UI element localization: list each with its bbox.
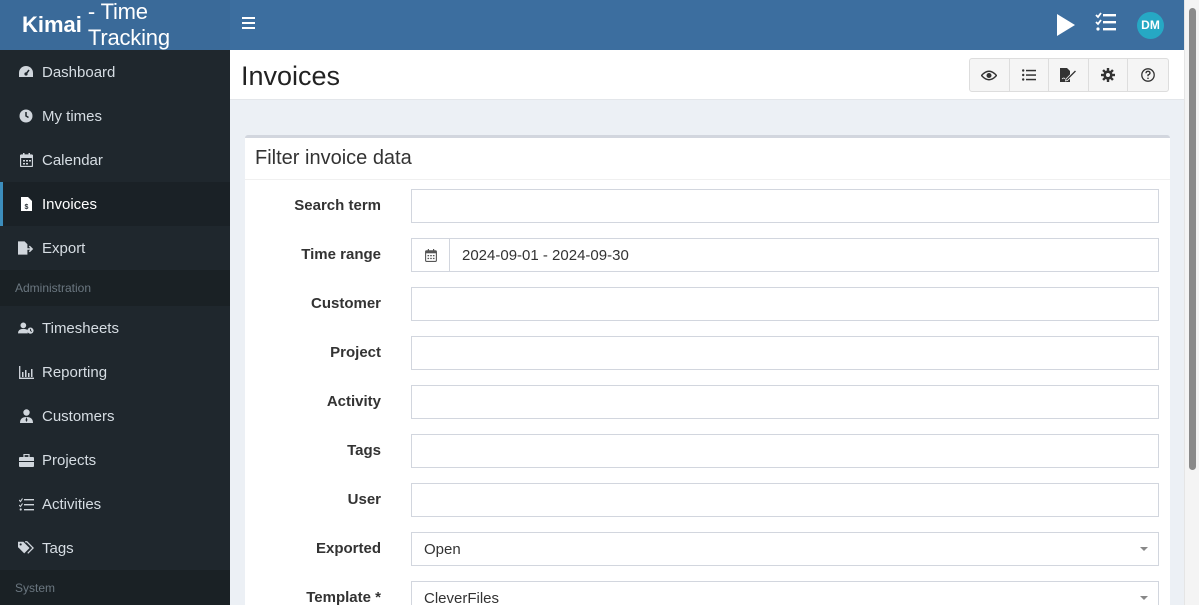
sidebar-item-timesheets[interactable]: Timesheets [0, 306, 230, 350]
search-term-input[interactable] [411, 189, 1159, 223]
start-timer-play-icon[interactable] [1057, 14, 1075, 36]
exported-selected-value: Open [424, 540, 461, 558]
filter-invoice-panel: Filter invoice data Search term Time ran… [245, 135, 1170, 605]
visibility-button[interactable] [970, 59, 1010, 91]
tags-input[interactable] [411, 434, 1159, 468]
clock-icon [18, 108, 34, 124]
file-signature-icon [1060, 68, 1078, 82]
user-avatar[interactable]: DM [1137, 11, 1164, 39]
template-selected-value: CleverFiles [424, 589, 500, 605]
sidebar-item-label: My times [42, 107, 102, 125]
activity-input[interactable] [411, 385, 1159, 419]
brand-logo[interactable]: Kimai - Time Tracking [0, 0, 230, 50]
exported-label: Exported [315, 540, 381, 557]
sidebar-item-label: Projects [42, 451, 97, 469]
date-picker-button[interactable] [412, 239, 450, 271]
dashboard-icon [18, 64, 34, 80]
sidebar-item-label: Customers [42, 407, 115, 425]
chart-icon [18, 364, 34, 380]
scrollbar-thumb[interactable] [1189, 8, 1196, 470]
form-row-project: Project [245, 336, 1170, 370]
content-header: Invoices [230, 50, 1184, 100]
sidebar-item-activities[interactable]: Activities [0, 482, 230, 526]
calendar-icon [424, 248, 437, 262]
brand-subtitle: - Time Tracking [87, 0, 170, 50]
form-row-user: User [245, 483, 1170, 517]
form-row-customer: Customer [245, 287, 1170, 321]
user-clock-icon [18, 320, 34, 336]
sidebar-item-invoices[interactable]: $ Invoices [0, 182, 230, 226]
search-term-label: Search term [294, 197, 381, 214]
briefcase-icon [18, 452, 34, 468]
sidebar-item-export[interactable]: Export [0, 226, 230, 270]
eye-icon [981, 70, 998, 80]
export-icon [18, 240, 34, 256]
form-row-time-range: Time range [245, 238, 1170, 272]
sidebar-item-label: Dashboard [42, 63, 116, 81]
sidebar-item-label: Export [42, 239, 86, 257]
create-invoice-document-button[interactable] [1049, 59, 1089, 91]
brand-name: Kimai [22, 12, 82, 37]
form-row-exported: Exported Open [245, 532, 1170, 566]
sidebar-item-my-times[interactable]: My times [0, 94, 230, 138]
user-input[interactable] [411, 483, 1159, 517]
sidebar-header-system: System [0, 570, 230, 605]
sidebar-toggle-button[interactable] [242, 14, 260, 34]
calendar-icon [18, 152, 34, 168]
sidebar-item-label: Reporting [42, 363, 108, 381]
list-button[interactable] [1010, 59, 1050, 91]
sidebar-item-label: Invoices [42, 195, 98, 213]
customer-label: Customer [310, 295, 381, 312]
sidebar-item-label: Tags [42, 539, 74, 557]
sidebar-item-calendar[interactable]: Calendar [0, 138, 230, 182]
form-row-search-term: Search term [245, 189, 1170, 223]
panel-title: Filter invoice data [245, 138, 1170, 180]
template-label: Template * [306, 589, 381, 605]
user-label: User [347, 491, 381, 508]
settings-button[interactable] [1089, 59, 1129, 91]
sidebar-item-projects[interactable]: Projects [0, 438, 230, 482]
invoice-icon: $ [18, 196, 34, 212]
sidebar-item-reporting[interactable]: Reporting [0, 350, 230, 394]
main-content: Invoices Filter invoice data Search term [230, 50, 1184, 605]
svg-text:$: $ [24, 204, 28, 211]
page-toolbar [969, 58, 1169, 92]
recent-activities-icon[interactable] [1095, 12, 1117, 38]
tags-label: Tags [347, 442, 381, 459]
chevron-down-icon [1140, 547, 1148, 551]
form-row-activity: Activity [245, 385, 1170, 419]
project-input[interactable] [411, 336, 1159, 370]
sidebar-item-label: Activities [42, 495, 102, 513]
form-row-tags: Tags [245, 434, 1170, 468]
list-icon [1021, 69, 1036, 81]
time-range-field [411, 238, 1159, 272]
sidebar-item-dashboard[interactable]: Dashboard [0, 50, 230, 94]
sidebar-item-label: Timesheets [42, 319, 119, 337]
template-select[interactable]: CleverFiles [411, 581, 1159, 605]
sidebar-item-label: Calendar [42, 151, 103, 169]
gear-icon [1101, 68, 1116, 82]
user-tie-icon [18, 408, 34, 424]
sidebar: Dashboard My times Calendar $ Invoices E… [0, 50, 230, 605]
help-icon [1141, 68, 1156, 82]
chevron-down-icon [1140, 596, 1148, 600]
time-range-label: Time range [301, 246, 381, 263]
top-navbar: Kimai - Time Tracking DM [0, 0, 1184, 50]
project-label: Project [330, 344, 381, 361]
help-button[interactable] [1128, 59, 1168, 91]
activity-label: Activity [326, 393, 381, 410]
hamburger-icon [242, 17, 255, 29]
exported-select[interactable]: Open [411, 532, 1159, 566]
sidebar-item-tags[interactable]: Tags [0, 526, 230, 570]
tasks-icon [18, 496, 34, 512]
sidebar-item-customers[interactable]: Customers [0, 394, 230, 438]
sidebar-header-administration: Administration [0, 270, 230, 306]
tags-icon [18, 540, 34, 556]
form-row-template: Template * CleverFiles [245, 581, 1170, 605]
page-scrollbar[interactable] [1184, 0, 1199, 605]
time-range-input[interactable] [450, 239, 1158, 271]
page-title: Invoices [241, 61, 341, 91]
customer-input[interactable] [411, 287, 1159, 321]
